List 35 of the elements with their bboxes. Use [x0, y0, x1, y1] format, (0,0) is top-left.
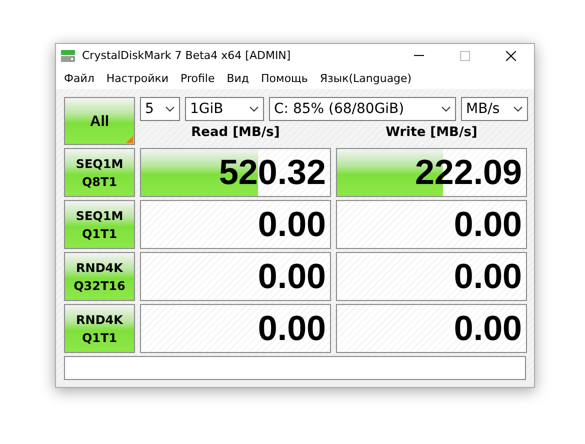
menu-item[interactable]: Язык(Language) [314, 72, 418, 84]
menu-item[interactable]: Настройки [100, 72, 175, 84]
menu-item[interactable]: Вид [220, 72, 256, 84]
column-header: Write [MB/s] [384, 124, 478, 142]
minimize-icon[interactable] [414, 55, 424, 56]
menu-item[interactable]: Файл [58, 72, 100, 84]
speed-value: 222.09 [414, 153, 522, 192]
speed-value: 0.00 [258, 309, 326, 348]
close-icon[interactable] [506, 50, 516, 60]
speed-value: 0.00 [454, 205, 522, 244]
speed-value: 0.00 [454, 257, 522, 296]
menu-item[interactable]: Помощь [255, 72, 314, 84]
chevron-down-icon [165, 106, 175, 112]
test-button[interactable]: RND4K Q32T16 [64, 252, 135, 301]
maximize-icon[interactable] [460, 50, 470, 60]
dropdown[interactable]: 1GiB [186, 98, 263, 120]
chevron-down-icon [441, 106, 451, 112]
dropdown[interactable]: MB/s [462, 98, 527, 120]
test-button[interactable]: RND4K Q1T1 [64, 304, 135, 353]
chevron-down-icon [249, 106, 259, 112]
test-button[interactable]: SEQ1M Q1T1 [64, 200, 135, 249]
corner-triangle-icon [126, 136, 133, 143]
dropdown[interactable]: C: 85% (68/80GiB) [270, 98, 455, 120]
dropdown[interactable]: 5 [141, 98, 179, 120]
test-button[interactable]: SEQ1M Q8T1 [64, 148, 135, 197]
menu-item[interactable]: Profile [174, 72, 221, 84]
chevron-down-icon [513, 106, 523, 112]
speed-value: 520.32 [218, 153, 326, 192]
all-button[interactable]: All [64, 97, 135, 145]
speed-value: 0.00 [258, 257, 326, 296]
window-title: CrystalDiskMark 7 Beta4 x64 [ADMIN] [82, 49, 292, 62]
speed-value: 0.00 [454, 309, 522, 348]
speed-value: 0.00 [258, 205, 326, 244]
disk-drive-icon [60, 48, 76, 62]
column-header: Read [MB/s] [190, 124, 281, 142]
